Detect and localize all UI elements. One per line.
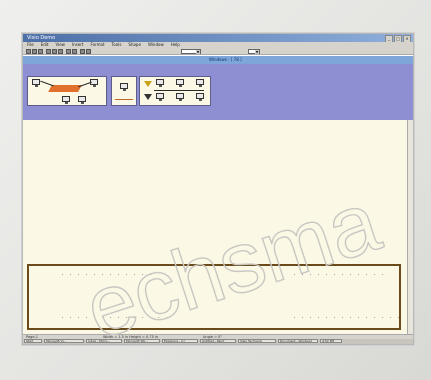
- taskbar-item[interactable]: Microsoft Wo...: [124, 339, 160, 343]
- pointer-icon[interactable]: [80, 49, 85, 54]
- cut-icon[interactable]: [52, 49, 57, 54]
- stencil-workstation[interactable]: [111, 76, 137, 106]
- rack-rail-left: [27, 264, 29, 330]
- taskbar-item[interactable]: Exploring - C:\: [162, 339, 198, 343]
- rack-rail-right: [399, 264, 401, 330]
- taskbar-item[interactable]: Untitled - Paint: [200, 339, 236, 343]
- zoom-select[interactable]: ▼: [181, 48, 201, 54]
- document-title: Windows - [ 78 ]: [209, 57, 242, 62]
- window-title: Visio Demo: [27, 35, 56, 41]
- open-icon[interactable]: [32, 49, 37, 54]
- warning-icon: [144, 81, 152, 87]
- stencil-network-hub[interactable]: [27, 76, 107, 106]
- computer-icon: [62, 96, 70, 104]
- taskbar-item[interactable]: Microsoft Vi...: [44, 339, 84, 343]
- server-icon: [176, 93, 184, 101]
- text-tool-icon[interactable]: [86, 49, 91, 54]
- computer-icon: [78, 96, 86, 104]
- copy-icon[interactable]: [58, 49, 63, 54]
- computer-icon: [32, 79, 40, 87]
- save-icon[interactable]: [38, 49, 43, 54]
- stencil-server-grid[interactable]: [139, 76, 211, 106]
- vertical-scrollbar[interactable]: [407, 120, 413, 334]
- stencil-palette: [23, 64, 413, 120]
- clock: 4:52 PM: [320, 339, 342, 343]
- start-button[interactable]: Start: [24, 339, 42, 343]
- server-icon: [176, 79, 184, 87]
- funnel-icon: [144, 94, 152, 100]
- port-row-upper-left: . . . . . . . . . . . .: [61, 271, 154, 277]
- server-icon: [196, 79, 204, 87]
- new-icon[interactable]: [26, 49, 31, 54]
- paste-icon[interactable]: [66, 49, 71, 54]
- server-icon: [156, 93, 164, 101]
- bus-line: [154, 90, 204, 91]
- taskbar-item[interactable]: Inbox - Micro...: [86, 339, 122, 343]
- port-row-upper-right: . . . . . . . . . . . .: [293, 271, 386, 277]
- font-select[interactable]: ▼: [248, 48, 260, 54]
- port-row-lower-right: . . . . . . . . . . . . . .: [293, 314, 402, 320]
- server-icon: [156, 79, 164, 87]
- drawing-page[interactable]: [23, 120, 407, 334]
- taskbar: Start Microsoft Vi... Inbox - Micro... M…: [23, 339, 413, 344]
- computer-icon: [120, 83, 128, 91]
- server-icon: [196, 93, 204, 101]
- chevron-down-icon[interactable]: ▼: [196, 49, 200, 54]
- chevron-down-icon[interactable]: ▼: [255, 49, 259, 54]
- undo-icon[interactable]: [72, 49, 77, 54]
- rack-rail-top: [27, 264, 401, 266]
- taskbar-item[interactable]: Document - Wordpad: [278, 339, 318, 343]
- taskbar-item[interactable]: Visio Technical: [238, 339, 276, 343]
- toolbar: ▼ ▼: [23, 48, 413, 55]
- base-line: [115, 99, 133, 100]
- title-bar[interactable]: Visio Demo _ □ ×: [23, 34, 413, 43]
- application-window: Visio Demo _ □ × File Edit View Insert F…: [22, 33, 414, 345]
- port-row-lower-left: . . . . . . . . . . . . . .: [61, 314, 170, 320]
- rack-rail-bottom: [27, 328, 401, 330]
- print-icon[interactable]: [46, 49, 51, 54]
- cable-line: [40, 80, 54, 87]
